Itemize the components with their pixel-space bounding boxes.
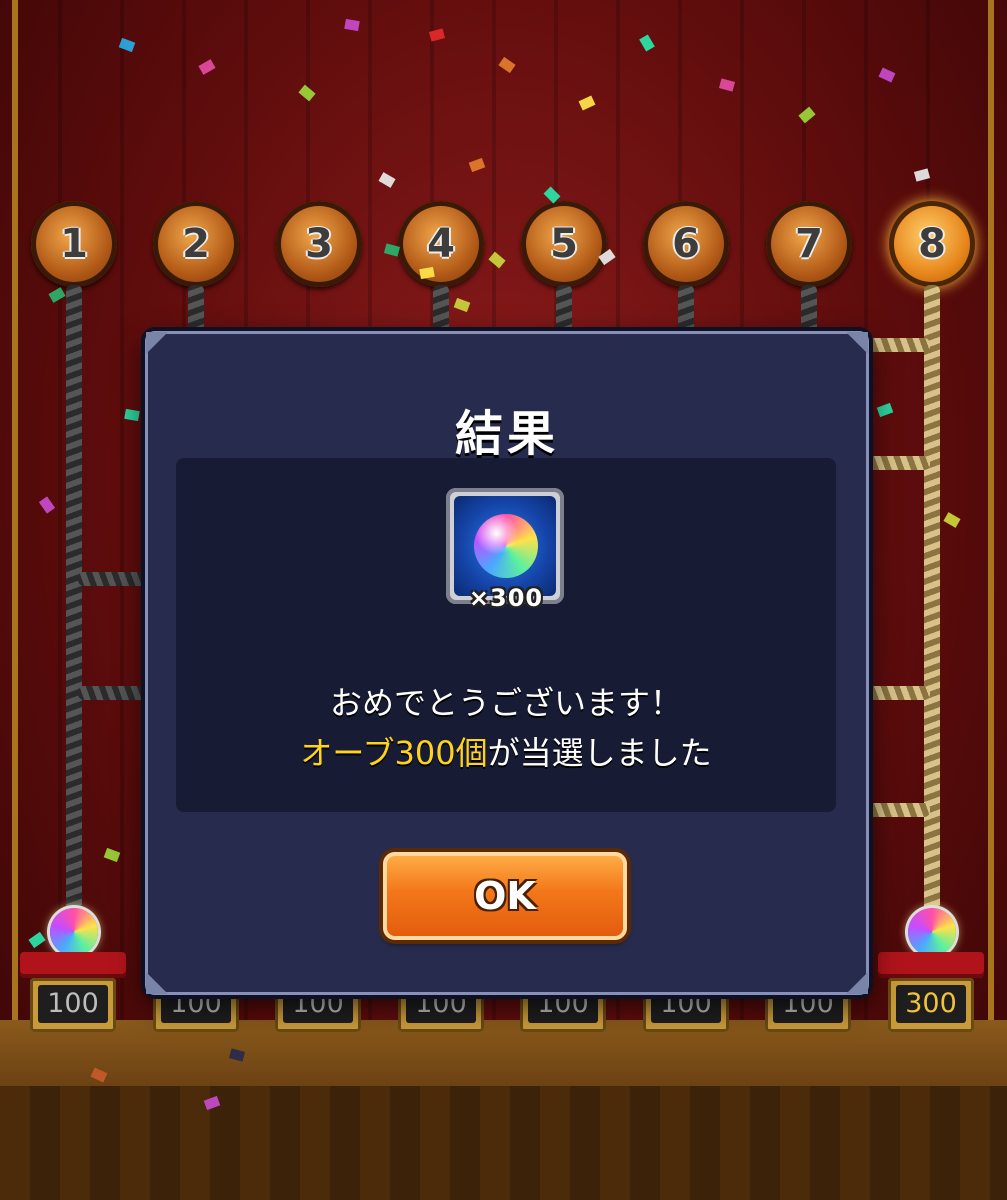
result-content-panel: ×300 おめでとうございます！ オーブ300個が当選しました [176,458,836,812]
pedestal-top [20,952,126,978]
winning-ladder-rung [860,803,930,817]
winning-ladder-rung [860,338,930,352]
lane-number-3: 3 [276,201,362,287]
lane-number-6: 6 [643,201,729,287]
lane-number-7: 7 [766,201,852,287]
win-message-highlight: オーブ300個 [300,734,488,772]
orb-icon [908,908,956,956]
dialog-corner [846,972,868,994]
stage-front [0,1086,1007,1200]
dialog-corner [146,332,168,354]
prize-value: 100 [38,985,108,1023]
left-pillar [12,0,18,1020]
lane-number-5: 5 [521,201,607,287]
dialog-title: 結果 [454,406,559,462]
prize-pedestal-8: 300 [878,908,984,1038]
result-dialog: 結果 ×300 おめでとうございます！ オーブ300個が当選しました OK [145,331,869,995]
congratulations-text: おめでとうございます！ [329,684,682,722]
ladder-rung [78,686,148,700]
prize-pedestal-1: 100 [20,908,126,1038]
lane-number-4: 4 [398,201,484,287]
win-message: オーブ300個が当選しました [176,728,836,774]
winning-ladder-rung [860,686,930,700]
lane-number-8: 8 [889,201,975,287]
lane-number-2: 2 [153,201,239,287]
right-pillar [988,0,994,1020]
ladder-rung [78,572,148,586]
reward-item-background [454,496,556,596]
winning-ladder-rung [860,456,930,470]
dialog-corner [146,972,168,994]
ok-button[interactable]: OK [383,852,627,940]
dialog-corner [846,332,868,354]
rainbow-orb-icon [474,514,538,578]
orb-icon [50,908,98,956]
reward-quantity: ×300 [468,584,544,612]
winning-ladder-rope [924,285,940,925]
pedestal-top [878,952,984,978]
game-scene: 1 2 3 4 5 6 7 8 100 100 100 100 100 100 … [0,0,1007,1200]
prize-value: 300 [896,985,966,1023]
lane-number-1: 1 [31,201,117,287]
ladder-rope [66,285,82,925]
win-message-rest: が当選しました [487,734,712,772]
reward-item-card: ×300 [446,488,564,612]
